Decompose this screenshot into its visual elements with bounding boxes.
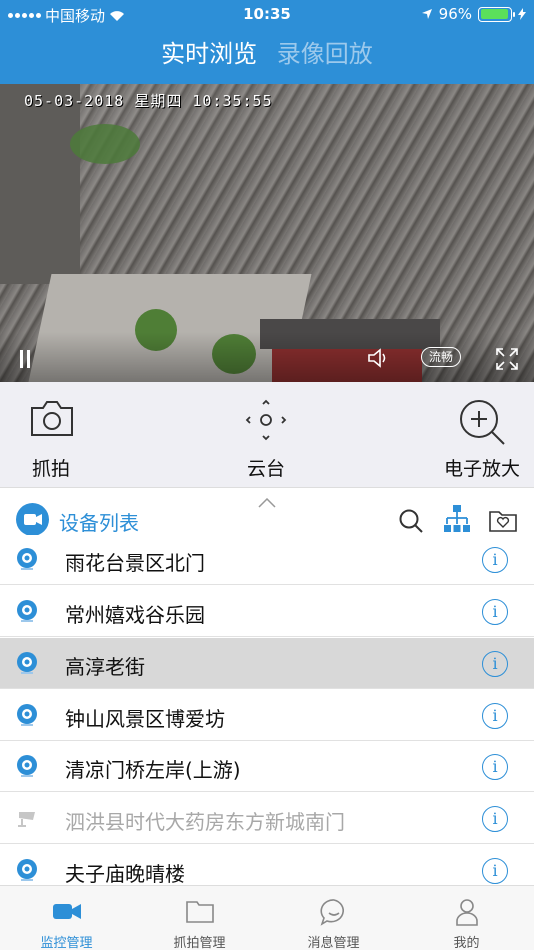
chat-bubble-icon — [319, 899, 344, 926]
device-row-selected[interactable]: 高淳老街 i — [0, 638, 534, 689]
status-bar: 中国移动 10:35 96% — [0, 0, 534, 28]
device-name: 夫子庙晚晴楼 — [65, 862, 185, 885]
info-icon[interactable]: i — [482, 651, 508, 677]
info-icon[interactable]: i — [482, 547, 508, 573]
search-icon[interactable] — [398, 508, 424, 534]
device-name: 雨花台景区北门 — [65, 551, 205, 575]
favorites-folder-icon[interactable] — [489, 508, 517, 532]
video-scene-building — [0, 84, 80, 284]
tab-live[interactable]: 实时浏览 — [161, 40, 257, 68]
volume-icon[interactable] — [367, 347, 391, 369]
video-player[interactable]: 05-03-2018 星期四 10:35:55 流畅 — [0, 84, 534, 382]
device-name: 高淳老街 — [65, 655, 145, 679]
device-row[interactable]: 常州嬉戏谷乐园 i — [0, 586, 534, 637]
video-timestamp: 05-03-2018 星期四 10:35:55 — [24, 92, 273, 110]
nav-mine[interactable]: 我的 — [400, 886, 533, 950]
folder-icon — [185, 901, 214, 923]
location-icon — [421, 9, 432, 19]
info-icon[interactable]: i — [482, 703, 508, 729]
info-icon[interactable]: i — [482, 858, 508, 884]
control-toolbar: 抓拍 云台 电子放大 — [0, 382, 534, 488]
device-row[interactable]: 钟山风景区博爱坊 i — [0, 690, 534, 741]
video-camera-icon — [52, 904, 81, 919]
nav-message[interactable]: 消息管理 — [267, 886, 400, 950]
online-camera-icon — [17, 859, 37, 881]
pause-button[interactable] — [18, 350, 32, 368]
ptz-icon — [245, 399, 287, 441]
video-controls: 流畅 — [0, 332, 534, 382]
view-tabs: 实时浏览 录像回放 — [0, 34, 534, 69]
device-name: 泗洪县时代大药房东方新城南门 — [65, 810, 345, 834]
online-camera-icon — [17, 652, 37, 674]
info-icon[interactable]: i — [482, 754, 508, 780]
nav-message-label: 消息管理 — [307, 936, 360, 950]
online-camera-icon — [17, 548, 37, 570]
info-icon[interactable]: i — [482, 599, 508, 625]
zoom-label: 电子放大 — [443, 458, 520, 480]
battery-percent: 96% — [438, 5, 472, 23]
info-icon[interactable]: i — [482, 806, 508, 832]
device-name: 钟山风景区博爱坊 — [65, 707, 225, 731]
device-row[interactable]: 雨花台景区北门 i — [0, 535, 534, 585]
nav-capture[interactable]: 抓拍管理 — [133, 886, 266, 950]
camera-icon — [31, 401, 73, 436]
offline-camera-icon — [18, 812, 35, 827]
device-row[interactable]: 清凉门桥左岸(上游) i — [0, 741, 534, 792]
online-camera-icon — [17, 600, 37, 622]
device-list: 雨花台景区北门 i 常州嬉戏谷乐园 i 高淳老街 i 钟山风景区博爱坊 i 清凉… — [0, 535, 534, 885]
online-camera-icon — [17, 755, 37, 777]
battery-icon — [478, 6, 515, 22]
nav-monitor-label: 监控管理 — [40, 936, 93, 950]
video-scene-tree — [70, 124, 140, 164]
quality-button[interactable]: 流畅 — [421, 347, 462, 367]
collapse-caret-icon[interactable] — [258, 498, 276, 508]
device-row[interactable]: 夫子庙晚晴楼 i — [0, 845, 534, 885]
user-icon — [455, 899, 478, 926]
app-header: 中国移动 10:35 96% 实时浏览 录像回放 — [0, 0, 534, 84]
online-camera-icon — [17, 704, 37, 726]
nav-mine-label: 我的 — [453, 936, 480, 950]
zoom-in-icon — [460, 400, 505, 445]
device-list-title: 设备列表 — [59, 511, 139, 535]
snapshot-label: 抓拍 — [31, 458, 70, 480]
org-tree-icon[interactable] — [444, 504, 470, 534]
video-camera-icon — [16, 503, 49, 536]
nav-monitor[interactable]: 监控管理 — [0, 886, 133, 950]
device-name: 清凉门桥左岸(上游) — [65, 758, 241, 782]
status-right: 96% — [421, 5, 526, 23]
nav-capture-label: 抓拍管理 — [173, 936, 226, 950]
device-row-offline[interactable]: 泗洪县时代大药房东方新城南门 i — [0, 793, 534, 844]
ptz-label: 云台 — [246, 458, 285, 480]
device-name: 常州嬉戏谷乐园 — [65, 603, 205, 627]
tab-playback[interactable]: 录像回放 — [277, 40, 373, 68]
fullscreen-icon[interactable] — [496, 348, 518, 370]
charging-icon — [518, 8, 526, 20]
bottom-tab-bar: 监控管理 抓拍管理 消息管理 我的 — [0, 885, 534, 950]
